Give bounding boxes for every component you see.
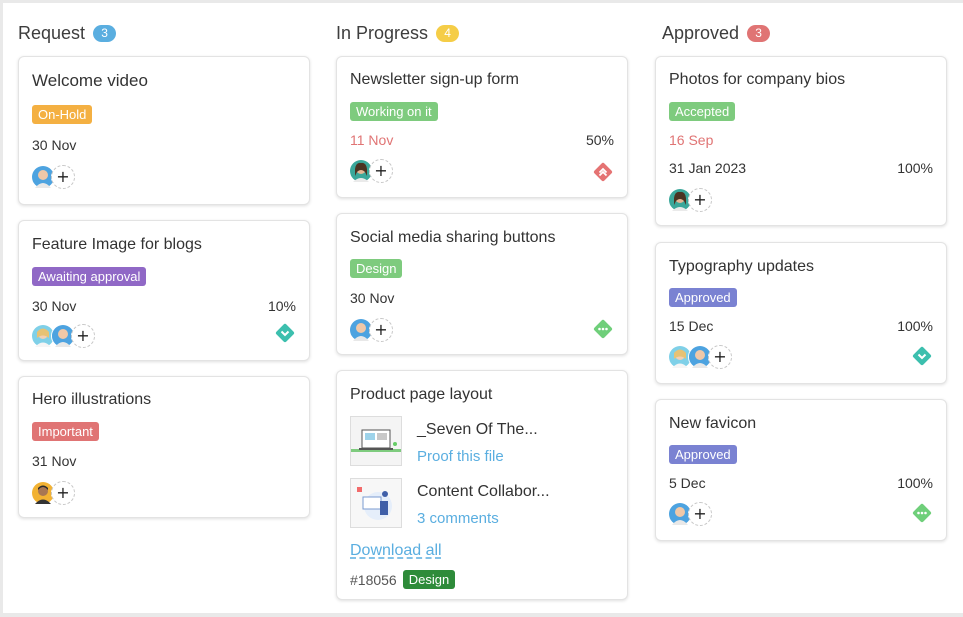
task-card-new-favicon[interactable]: New favicon Approved 5 Dec 100% +	[655, 399, 947, 541]
status-tag: Working on it	[350, 102, 438, 121]
start-date: 16 Sep	[669, 132, 714, 148]
progress-percent: 50%	[585, 132, 614, 148]
progress-percent: 100%	[897, 160, 933, 176]
task-card-feature-image[interactable]: Feature Image for blogs Awaiting approva…	[18, 220, 310, 361]
assignees: +	[31, 481, 75, 505]
task-card-product-page[interactable]: Product page layout _Seven Of The... Pro…	[336, 370, 628, 600]
assignees: +	[668, 502, 712, 526]
task-card-hero-illustrations[interactable]: Hero illustrations Important 31 Nov +	[18, 376, 310, 518]
status-tag: Awaiting approval	[32, 267, 147, 286]
progress-percent: 100%	[897, 475, 933, 491]
chevron-down-icon	[275, 323, 295, 343]
column-title: Request	[18, 22, 86, 43]
add-assignee-button[interactable]: +	[369, 159, 393, 183]
task-card-photos-bios[interactable]: Photos for company bios Accepted 16 Sep …	[655, 56, 947, 226]
count-badge: 4	[436, 24, 460, 42]
kanban-board: Request 3 Welcome video On-Hold 30 Nov +…	[3, 3, 963, 613]
due-date: 30 Nov	[350, 290, 395, 306]
status-tag: Accepted	[669, 102, 736, 121]
assignees: +	[668, 345, 732, 369]
add-assignee-button[interactable]: +	[71, 324, 95, 348]
due-date: 31 Nov	[32, 453, 77, 469]
add-assignee-button[interactable]: +	[51, 165, 75, 189]
due-date: 31 Jan 2023	[669, 160, 747, 176]
assignees: +	[349, 318, 393, 342]
ticket-info: #18056 Design	[350, 570, 456, 589]
card-title: Hero illustrations	[32, 391, 152, 408]
card-title: Social media sharing buttons	[350, 229, 556, 246]
card-title: Product page layout	[350, 386, 493, 403]
assignees: +	[31, 324, 95, 348]
status-tag: Important	[32, 422, 99, 441]
double-chevron-up-icon	[593, 162, 613, 182]
illustration-thumb[interactable]	[350, 478, 402, 528]
ticket-tag: Design	[402, 570, 456, 589]
card-title: Photos for company bios	[669, 71, 846, 88]
comments-link[interactable]: 3 comments	[417, 510, 550, 527]
file-name: Content Collabor...	[417, 483, 550, 500]
card-title: Welcome video	[32, 71, 148, 90]
dots-icon	[912, 503, 932, 523]
status-tag: Approved	[669, 445, 737, 464]
add-assignee-button[interactable]: +	[688, 502, 712, 526]
status-tag: On-Hold	[32, 105, 93, 124]
column-header: Approved 3	[662, 21, 771, 45]
progress-percent: 100%	[897, 318, 933, 334]
file-row[interactable]: _Seven Of The... Proof this file	[350, 416, 538, 466]
due-date: 15 Dec	[669, 318, 714, 334]
add-assignee-button[interactable]: +	[688, 188, 712, 212]
due-date: 11 Nov	[350, 132, 394, 148]
add-assignee-button[interactable]: +	[708, 345, 732, 369]
card-title: Feature Image for blogs	[32, 236, 202, 253]
card-title: New favicon	[669, 415, 757, 432]
due-date: 30 Nov	[32, 298, 77, 314]
ticket-number: #18056	[350, 571, 397, 588]
task-card-welcome-video[interactable]: Welcome video On-Hold 30 Nov +	[18, 56, 310, 205]
count-badge: 3	[93, 24, 117, 42]
column-header: In Progress 4	[336, 21, 460, 45]
column-header: Request 3	[18, 21, 117, 45]
column-title: Approved	[662, 22, 740, 43]
add-assignee-button[interactable]: +	[51, 481, 75, 505]
dots-icon	[593, 319, 613, 339]
status-tag: Approved	[669, 288, 737, 307]
assignees: +	[31, 165, 75, 189]
card-title: Typography updates	[669, 258, 814, 275]
due-date: 5 Dec	[669, 475, 706, 491]
task-card-typography[interactable]: Typography updates Approved 15 Dec 100% …	[655, 242, 947, 384]
assignees: +	[349, 159, 393, 183]
task-card-newsletter[interactable]: Newsletter sign-up form Working on it 11…	[336, 56, 628, 198]
task-card-social-media[interactable]: Social media sharing buttons Design 30 N…	[336, 213, 628, 355]
download-all-link[interactable]: Download all	[350, 542, 442, 560]
due-date: 30 Nov	[32, 137, 77, 153]
file-name: _Seven Of The...	[417, 421, 538, 438]
column-title: In Progress	[336, 22, 429, 43]
file-row[interactable]: Content Collabor... 3 comments	[350, 478, 550, 528]
proof-file-link[interactable]: Proof this file	[417, 448, 538, 465]
chevron-down-icon	[912, 346, 932, 366]
card-title: Newsletter sign-up form	[350, 71, 519, 88]
count-badge: 3	[747, 24, 771, 42]
laptop-thumb[interactable]	[350, 416, 402, 466]
status-tag: Design	[350, 259, 403, 278]
add-assignee-button[interactable]: +	[369, 318, 393, 342]
progress-percent: 10%	[267, 298, 296, 314]
assignees: +	[668, 188, 712, 212]
